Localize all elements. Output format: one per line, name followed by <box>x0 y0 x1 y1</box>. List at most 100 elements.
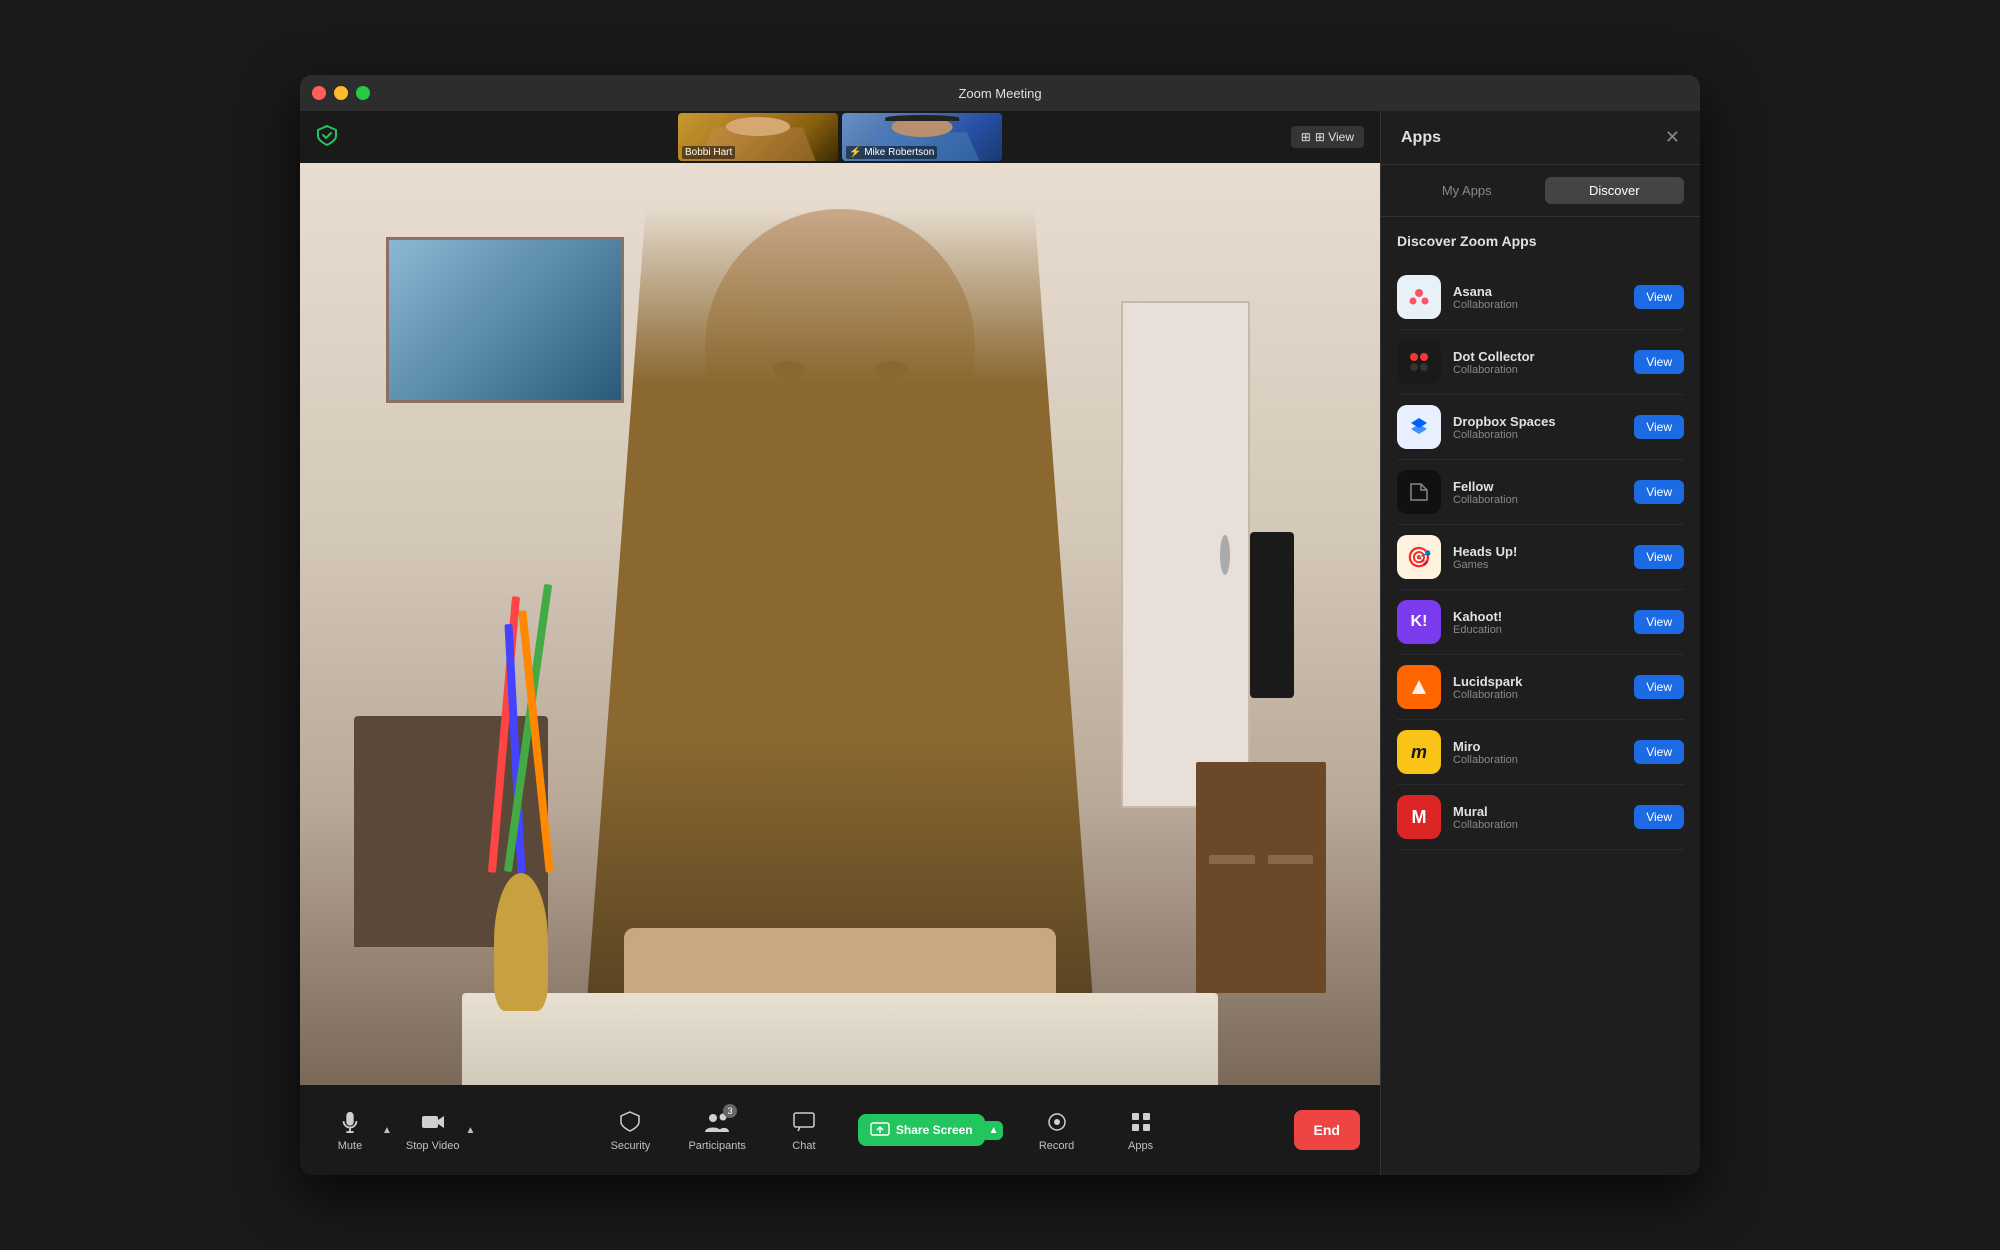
video-arrow[interactable]: ▲ <box>464 1125 478 1136</box>
view-app-button-heads-up[interactable]: View <box>1634 545 1684 569</box>
top-bar: Bobbi Hart ⚡ Mike Robertson <box>300 111 1380 163</box>
app-info-asana: Asana Collaboration <box>1453 284 1622 311</box>
app-name-miro: Miro <box>1453 739 1622 754</box>
app-icon-dropbox-spaces <box>1397 405 1441 449</box>
mute-arrow[interactable]: ▲ <box>380 1125 394 1136</box>
camera-icon <box>419 1108 447 1136</box>
mute-icon <box>336 1108 364 1136</box>
app-info-heads-up: Heads Up! Games <box>1453 544 1622 571</box>
close-traffic-light[interactable] <box>312 86 326 100</box>
view-app-button-kahoot[interactable]: View <box>1634 610 1684 634</box>
video-group: Stop Video ▲ <box>402 1100 478 1160</box>
app-icon-lucidspark <box>1397 665 1441 709</box>
apps-icon <box>1127 1108 1155 1136</box>
app-name-heads-up: Heads Up! <box>1453 544 1622 559</box>
toolbar-center: Security 3 Parti <box>600 1100 1170 1160</box>
share-arrow[interactable]: ▲ <box>985 1121 1003 1140</box>
chat-button[interactable]: Chat <box>774 1100 834 1160</box>
record-label: Record <box>1039 1140 1074 1152</box>
app-category-dot-collector: Collaboration <box>1453 364 1622 376</box>
fullscreen-traffic-light[interactable] <box>356 86 370 100</box>
end-button[interactable]: End <box>1294 1110 1360 1150</box>
view-app-button-dot-collector[interactable]: View <box>1634 350 1684 374</box>
share-screen-button[interactable]: Share Screen <box>858 1114 985 1146</box>
apps-button[interactable]: Apps <box>1111 1100 1171 1160</box>
share-icon-container: Share Screen <box>870 1122 973 1138</box>
discover-title: Discover Zoom Apps <box>1397 233 1684 249</box>
app-category-dropbox-spaces: Collaboration <box>1453 429 1622 441</box>
speaker <box>1250 532 1293 698</box>
app-icon-heads-up: 🎯 <box>1397 535 1441 579</box>
view-app-button-fellow[interactable]: View <box>1634 480 1684 504</box>
view-app-button-lucidspark[interactable]: View <box>1634 675 1684 699</box>
view-app-button-mural[interactable]: View <box>1634 805 1684 829</box>
view-app-button-miro[interactable]: View <box>1634 740 1684 764</box>
participants-button[interactable]: 3 Participants <box>684 1100 749 1160</box>
participants-badge: 3 <box>723 1104 737 1118</box>
app-category-heads-up: Games <box>1453 559 1622 571</box>
app-icon-mural: M <box>1397 795 1441 839</box>
tabs: My Apps Discover <box>1381 165 1700 217</box>
stop-video-button[interactable]: Stop Video <box>402 1100 464 1160</box>
app-item-asana: Asana Collaboration View <box>1397 265 1684 330</box>
mute-label: Mute <box>338 1140 362 1152</box>
app-icon-fellow <box>1397 470 1441 514</box>
app-name-kahoot: Kahoot! <box>1453 609 1622 624</box>
security-shield-icon <box>316 124 338 151</box>
app-icon-miro: m <box>1397 730 1441 774</box>
app-item-kahoot: K! Kahoot! Education View <box>1397 590 1684 655</box>
app-category-fellow: Collaboration <box>1453 494 1622 506</box>
view-app-button-dropbox-spaces[interactable]: View <box>1634 415 1684 439</box>
app-info-lucidspark: Lucidspark Collaboration <box>1453 674 1622 701</box>
thumbnail-bobbi[interactable]: Bobbi Hart <box>678 113 838 161</box>
app-category-lucidspark: Collaboration <box>1453 689 1622 701</box>
app-name-dropbox-spaces: Dropbox Spaces <box>1453 414 1622 429</box>
app-icon-asana <box>1397 275 1441 319</box>
app-info-mural: Mural Collaboration <box>1453 804 1622 831</box>
sidebar-close-button[interactable]: ✕ <box>1665 127 1680 148</box>
app-info-fellow: Fellow Collaboration <box>1453 479 1622 506</box>
security-button[interactable]: Security <box>600 1100 660 1160</box>
security-label: Security <box>611 1140 651 1152</box>
record-icon <box>1043 1108 1071 1136</box>
thumbnail-mike[interactable]: ⚡ Mike Robertson <box>842 113 1002 161</box>
app-item-dropbox-spaces: Dropbox Spaces Collaboration View <box>1397 395 1684 460</box>
thumbnails: Bobbi Hart ⚡ Mike Robertson <box>678 113 1002 161</box>
app-category-mural: Collaboration <box>1453 819 1622 831</box>
share-group: Share Screen ▲ <box>858 1114 1003 1146</box>
app-item-dot-collector: Dot Collector Collaboration View <box>1397 330 1684 395</box>
traffic-lights <box>312 86 370 100</box>
app-category-asana: Collaboration <box>1453 299 1622 311</box>
sidebar-header: Apps ✕ <box>1381 111 1700 165</box>
pen-holder <box>494 873 548 1011</box>
video-section: Bobbi Hart ⚡ Mike Robertson <box>300 111 1380 1175</box>
stop-video-label: Stop Video <box>406 1140 460 1152</box>
app-info-kahoot: Kahoot! Education <box>1453 609 1622 636</box>
app-name-asana: Asana <box>1453 284 1622 299</box>
chat-icon <box>790 1108 818 1136</box>
toolbar-left: Mute ▲ Stop <box>320 1100 477 1160</box>
door <box>1121 301 1251 808</box>
window-title: Zoom Meeting <box>958 86 1041 101</box>
thumbnail-mike-label: ⚡ Mike Robertson <box>846 146 937 159</box>
thumbnail-bobbi-label: Bobbi Hart <box>682 146 735 159</box>
toolbar-right: End <box>1294 1110 1360 1150</box>
view-button[interactable]: ⊞ ⊞ View <box>1291 126 1364 148</box>
participants-label: Participants <box>688 1140 745 1152</box>
app-item-lucidspark: Lucidspark Collaboration View <box>1397 655 1684 720</box>
tab-my-apps[interactable]: My Apps <box>1397 177 1537 204</box>
participants-icon: 3 <box>703 1108 731 1136</box>
app-info-miro: Miro Collaboration <box>1453 739 1622 766</box>
app-item-mural: M Mural Collaboration View <box>1397 785 1684 850</box>
security-icon <box>616 1108 644 1136</box>
view-icon: ⊞ <box>1301 130 1311 144</box>
mute-group: Mute ▲ <box>320 1100 394 1160</box>
app-name-lucidspark: Lucidspark <box>1453 674 1622 689</box>
minimize-traffic-light[interactable] <box>334 86 348 100</box>
tab-discover[interactable]: Discover <box>1545 177 1685 204</box>
record-button[interactable]: Record <box>1027 1100 1087 1160</box>
mute-button[interactable]: Mute <box>320 1100 380 1160</box>
app-name-fellow: Fellow <box>1453 479 1622 494</box>
zoom-window: Zoom Meeting <box>300 75 1700 1175</box>
view-app-button-asana[interactable]: View <box>1634 285 1684 309</box>
